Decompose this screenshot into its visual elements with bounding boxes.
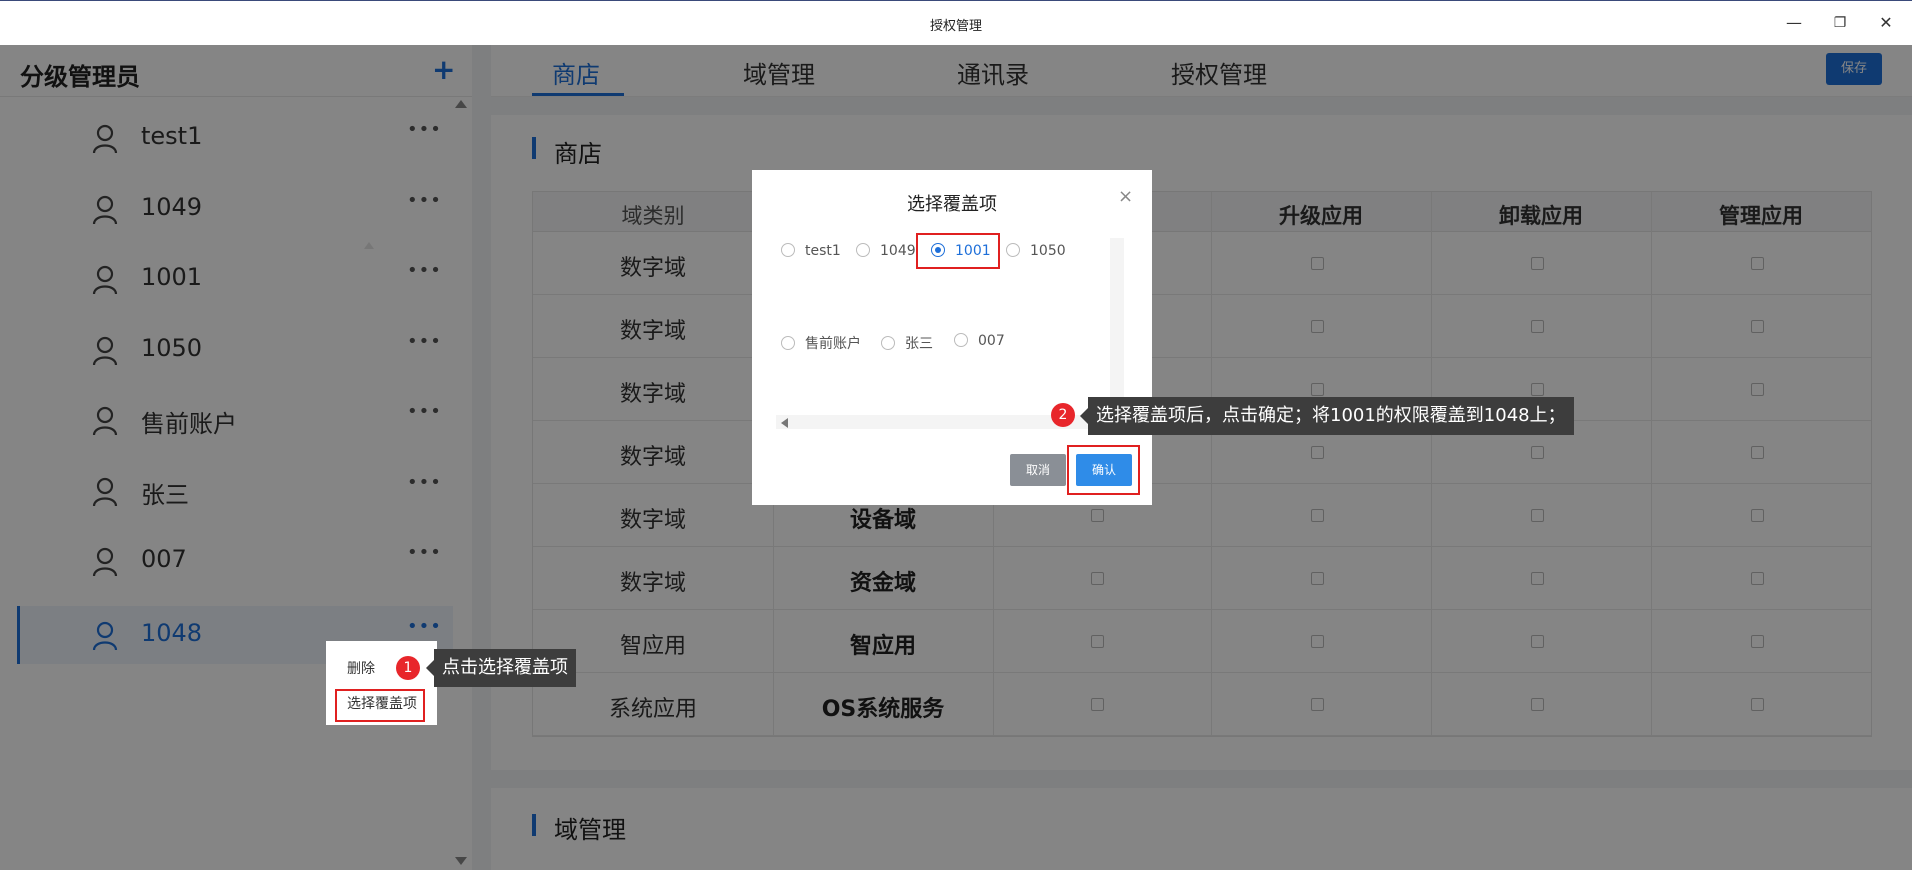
radio-icon — [881, 336, 895, 350]
radio-icon — [781, 243, 795, 257]
radio-icon — [856, 243, 870, 257]
option-radio[interactable]: 1050 — [1006, 243, 1066, 259]
highlight-box — [1067, 445, 1140, 495]
scroll-up-arrow-icon[interactable] — [364, 242, 374, 249]
restore-button[interactable]: ❐ — [1826, 11, 1854, 35]
window-titlebar: 授权管理 — ❐ ✕ — [0, 0, 1912, 45]
option-label: 售前账户 — [805, 336, 861, 352]
option-label: test1 — [805, 243, 841, 259]
radio-icon — [781, 336, 795, 350]
menu-item-delete[interactable]: 删除 — [347, 658, 375, 678]
step-tooltip: 选择覆盖项后，点击确定；将1001的权限覆盖到1048上； — [1080, 397, 1574, 435]
option-label: 1050 — [1030, 243, 1066, 259]
minimize-button[interactable]: — — [1780, 11, 1808, 35]
option-label: 1049 — [880, 243, 916, 259]
scroll-left-arrow-icon[interactable] — [781, 418, 788, 428]
option-radio[interactable]: 1049 — [856, 243, 916, 259]
step-badge: 1 — [396, 656, 420, 680]
radio-icon — [1006, 243, 1020, 257]
radio-icon — [954, 333, 968, 347]
option-radio[interactable]: 007 — [954, 333, 1005, 349]
option-radio[interactable]: 售前账户 — [781, 333, 861, 353]
option-radio[interactable]: test1 — [781, 243, 841, 259]
step-badge: 2 — [1051, 403, 1075, 427]
highlight-box — [335, 689, 425, 722]
dialog-vertical-scrollbar[interactable] — [1110, 238, 1124, 406]
step-tooltip: 点击选择覆盖项 — [426, 649, 576, 687]
cancel-button[interactable]: 取消 — [1010, 454, 1066, 486]
dialog-title: 选择覆盖项 — [907, 194, 997, 215]
close-button[interactable]: ✕ — [1872, 11, 1900, 35]
window-title: 授权管理 — [929, 19, 982, 34]
close-icon[interactable]: × — [1118, 186, 1133, 207]
option-label: 张三 — [905, 336, 933, 352]
option-radio[interactable]: 张三 — [881, 333, 933, 353]
highlight-box — [916, 233, 1000, 269]
option-label: 007 — [978, 333, 1005, 349]
